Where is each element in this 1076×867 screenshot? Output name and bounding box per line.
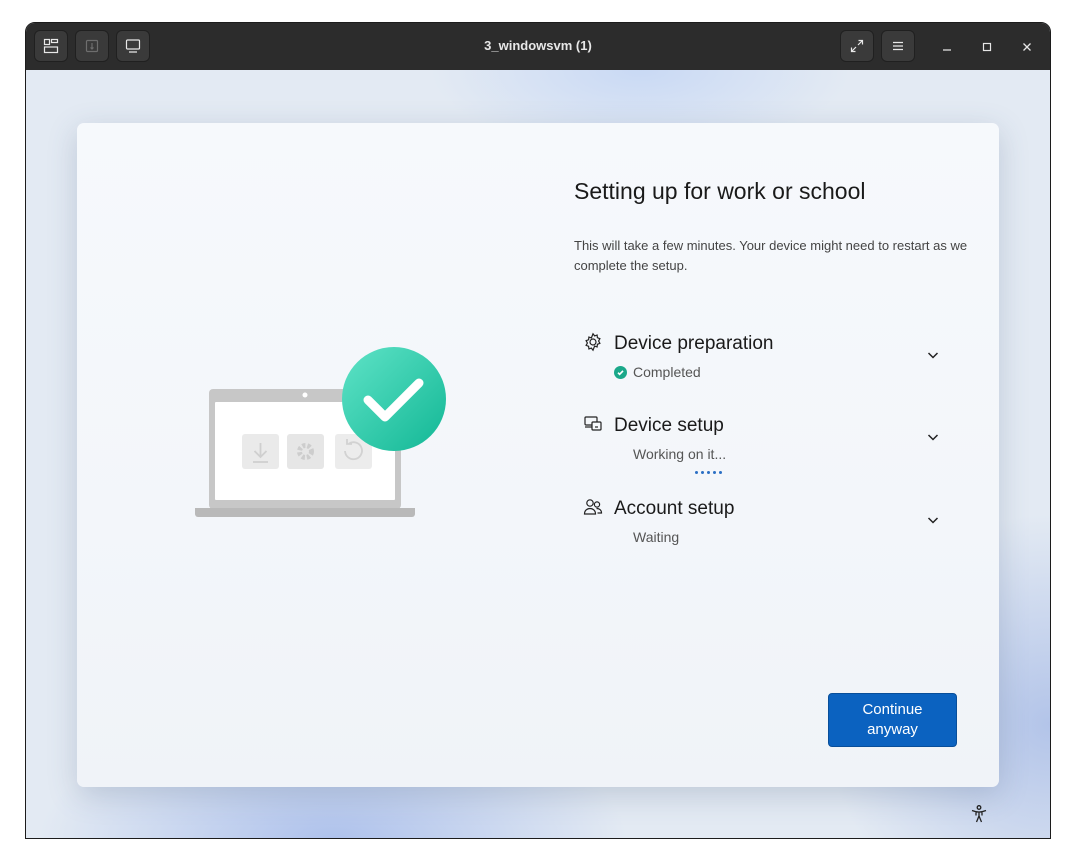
- setup-heading: Setting up for work or school: [574, 178, 866, 204]
- step-title: Device preparation: [614, 333, 774, 354]
- step-status: Working on it...: [633, 446, 727, 462]
- progress-dots: [695, 471, 722, 474]
- step-status: Completed: [633, 364, 701, 380]
- maximize-button[interactable]: [975, 35, 999, 59]
- close-icon: [1023, 43, 1031, 51]
- step-device-setup[interactable]: Device setup Working on it...: [583, 414, 953, 474]
- menu-button[interactable]: [881, 30, 915, 62]
- maximize-icon: [982, 42, 992, 52]
- continue-anyway-label: Continue anyway: [862, 701, 923, 738]
- step-title: Device setup: [614, 415, 724, 436]
- setup-description: This will take a few minutes. Your devic…: [574, 238, 968, 273]
- step-device-preparation[interactable]: Device preparation Completed: [583, 332, 953, 392]
- vm-window: 3_windowsvm (1) Setting up for work or s…: [25, 22, 1051, 839]
- people-icon: [583, 497, 605, 519]
- accessibility-icon[interactable]: [969, 804, 989, 824]
- laptop-illustration: [195, 347, 446, 517]
- minimize-button[interactable]: [935, 35, 959, 59]
- chevron-down-icon[interactable]: [926, 513, 940, 527]
- continue-anyway-button[interactable]: Continue anyway: [828, 693, 957, 747]
- fullscreen-button[interactable]: [840, 30, 874, 62]
- chevron-down-icon[interactable]: [926, 430, 940, 444]
- device-setup-icon: [583, 414, 605, 436]
- step-title: Account setup: [614, 498, 735, 519]
- vm-display[interactable]: Setting up for work or school This will …: [26, 70, 1050, 838]
- minimize-icon: [943, 49, 951, 51]
- chevron-down-icon[interactable]: [926, 348, 940, 362]
- close-button[interactable]: [1015, 35, 1039, 59]
- fullscreen-icon: [850, 39, 864, 53]
- step-account-setup[interactable]: Account setup Waiting: [583, 497, 953, 557]
- menu-icon: [893, 41, 903, 51]
- step-status: Waiting: [633, 529, 680, 545]
- gear-icon: [583, 332, 605, 354]
- titlebar: 3_windowsvm (1): [26, 23, 1050, 70]
- completed-check-icon: [614, 366, 627, 379]
- setup-card: Setting up for work or school This will …: [77, 123, 999, 787]
